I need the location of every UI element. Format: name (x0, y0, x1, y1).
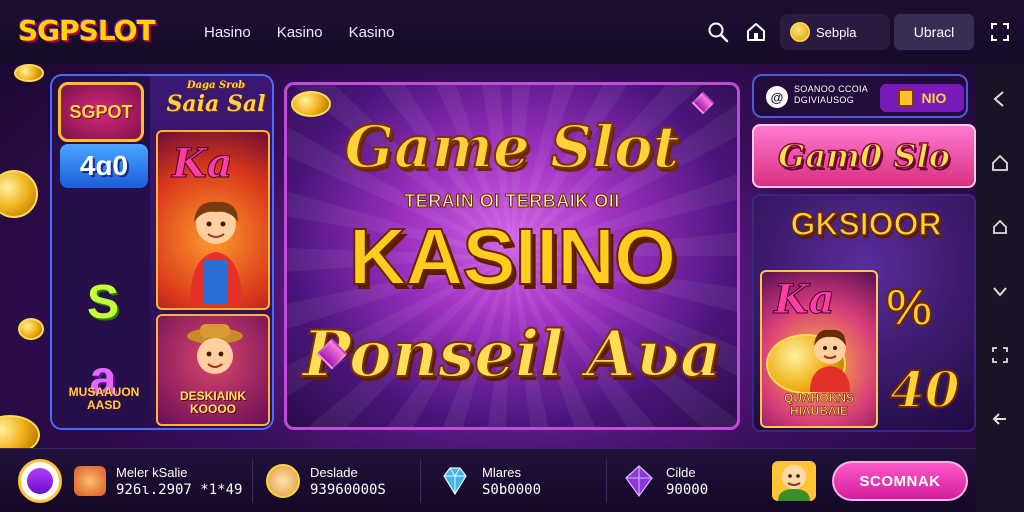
left-title-small: Daga Srob (186, 80, 246, 91)
right-promo-header[interactable]: @ SOANOO CCOIA DGIVIAUSOG NIO (752, 74, 968, 118)
home-small-icon[interactable] (985, 212, 1015, 242)
stat-value: 926ɩ.2907 *1*49 (116, 481, 243, 498)
chevron-down-icon[interactable] (985, 276, 1015, 306)
right-header-line1: SOANOO CCOIA (794, 84, 869, 94)
coin-decoration (18, 318, 44, 340)
coin-balance-label: Sebpla (816, 24, 857, 40)
stat-label: Deslade (310, 464, 358, 480)
right-header-button[interactable]: NIO (880, 84, 964, 112)
coin-decoration (14, 64, 44, 82)
back-arrow-icon[interactable] (985, 404, 1015, 434)
divider (606, 459, 607, 503)
avatar-coin-icon (266, 464, 300, 498)
wallet-icon (897, 89, 914, 107)
coin-balance[interactable]: Sebpla (780, 14, 890, 50)
left-panel-title: Daga Srob Saia Sal (164, 80, 268, 117)
back-icon[interactable] (985, 84, 1015, 114)
right-game-card-caption: QUAHOKNS HIAUBAIE (783, 391, 855, 419)
divider (252, 459, 253, 503)
home-outline-icon[interactable] (985, 148, 1015, 178)
number-badge[interactable]: 4ɑ0 (60, 144, 148, 188)
percent-sign: % (885, 278, 933, 338)
explorer-avatar (187, 324, 243, 374)
cta-button[interactable]: SCOMNAK (832, 461, 968, 501)
right-game-card-ka-title: Ka (774, 276, 836, 324)
coin-decoration (0, 170, 38, 218)
stat-mlares[interactable]: Mlares S0b0000 (438, 459, 541, 503)
system-nav-bar (976, 64, 1024, 512)
bottom-bar: Meler kSalie 926ɩ.2907 *1*49 Deslade 939… (0, 448, 976, 512)
home-icon[interactable] (744, 20, 768, 44)
shield-caption: MUSAAUON AASD (68, 385, 140, 413)
upload-button[interactable]: Ubracl (894, 14, 974, 50)
right-header-line2: DGIVIAUSOG (794, 95, 855, 106)
right-game-card-ka[interactable]: Ka QUAHOKNS HIAUBAIE (760, 270, 878, 428)
expand-icon[interactable] (988, 20, 1012, 44)
character-avatar (190, 201, 242, 304)
hero-title-kasino: KASIINO (348, 211, 677, 302)
tile-s[interactable]: S (72, 276, 134, 329)
search-icon[interactable] (706, 20, 730, 44)
stat-meler[interactable]: Meler kSalie 926ɩ.2907 *1*49 (74, 459, 242, 503)
game-slot-banner[interactable]: Gam0 Slo (752, 124, 976, 188)
stat-label: Cilde (666, 464, 696, 480)
game-card-ka-title: Ka (172, 140, 234, 188)
stat-deslade[interactable]: Deslade 93960000S (266, 459, 386, 503)
character-avatar (810, 329, 850, 392)
divider (420, 459, 421, 503)
left-game-panel[interactable]: SGPOT 4ɑ0 S a MUSAAUON AASD Daga Srob Sa… (50, 74, 274, 430)
stat-label: Mlares (482, 464, 522, 480)
stat-cilde[interactable]: Cilde 90000 (622, 459, 708, 503)
nav-item-hasino[interactable]: Hasino (204, 24, 251, 41)
hero-title-ponsel: Ponseil Aʋa (302, 316, 723, 393)
fullscreen-icon[interactable] (985, 340, 1015, 370)
nav-item-kasino-2[interactable]: Kasino (349, 24, 395, 41)
coin-icon (790, 22, 810, 42)
hero-subtitle: TERAIN OI TERBAIK OII (404, 191, 620, 212)
treasure-chest-icon (74, 466, 106, 496)
gem-purple-icon (622, 464, 656, 498)
at-sign-icon: @ (766, 86, 788, 108)
right-promo-title: GKSIOOR (790, 205, 943, 243)
stat-value: S0b0000 (482, 481, 542, 498)
top-bar: SGPSLOT Hasino Kasino Kasino Sebpla Ubra… (0, 0, 1024, 64)
center-hero-banner[interactable]: Game Slot TERAIN OI TERBAIK OII KASIINO … (284, 82, 740, 430)
character-mascot-icon (770, 457, 820, 505)
nav-item-kasino[interactable]: Kasino (277, 24, 323, 41)
top-nav: Hasino Kasino Kasino (204, 24, 394, 41)
game-card-ka[interactable]: Ka (156, 130, 270, 310)
left-title-big: Saia Sal (166, 91, 266, 117)
sgpot-logo[interactable]: SGPOT (58, 82, 144, 142)
right-promo-panel[interactable]: GKSIOOR Ka QUAHOKNS HIAUBAIE % 40 (752, 194, 976, 432)
stat-value: 90000 (666, 481, 709, 498)
right-header-button-label: NIO (921, 90, 947, 106)
stat-label: Meler kSalie (116, 464, 188, 480)
brand-logo[interactable]: SGPSLOT (18, 14, 156, 47)
hero-title-game-slot: Game Slot (344, 112, 681, 182)
stat-value: 93960000S (310, 481, 386, 498)
game-card-explorer-caption: DESKIAINK KOOOO (179, 389, 246, 417)
coin-decoration (291, 91, 331, 117)
app-launcher-icon[interactable] (18, 459, 62, 503)
right-header-text: SOANOO CCOIA DGIVIAUSOG (794, 84, 868, 107)
promo-number-40: 40 (889, 359, 961, 420)
game-card-explorer[interactable]: DESKIAINK KOOOO (156, 314, 270, 426)
app-root: SGPSLOT Hasino Kasino Kasino Sebpla Ubra… (0, 0, 1024, 512)
diamond-icon (438, 464, 472, 498)
